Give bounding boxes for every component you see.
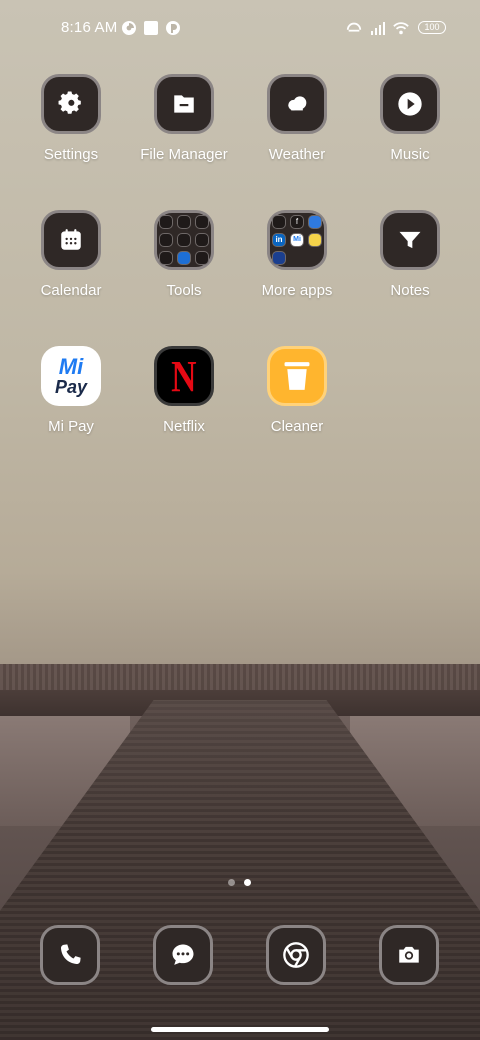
- app-label: Mi Pay: [48, 418, 94, 435]
- status-time: 8:16 AM: [61, 19, 118, 36]
- netflix-logo: N: [171, 351, 197, 401]
- app-label: Music: [390, 146, 430, 163]
- app-cleaner[interactable]: Cleaner: [242, 346, 352, 435]
- folder-tools[interactable]: Tools: [129, 210, 239, 299]
- folder-more-apps[interactable]: f in Mi More apps: [242, 210, 352, 299]
- mi-pay-icon: Mi: [290, 233, 304, 247]
- folder-app-icon: [177, 215, 191, 229]
- notes-icon[interactable]: [380, 210, 440, 270]
- app-label: Settings: [43, 146, 99, 163]
- wallpaper-pier-planks: [0, 664, 480, 690]
- linkedin-icon: in: [272, 233, 286, 247]
- folder-apps-icon[interactable]: f in Mi: [267, 210, 327, 270]
- app-label: More apps: [261, 282, 333, 299]
- folder-app-icon: [272, 215, 286, 229]
- play-icon[interactable]: [380, 74, 440, 134]
- battery-icon: 100: [418, 21, 446, 34]
- app-weather[interactable]: Weather: [242, 74, 352, 163]
- mi-pay-logo-bottom: Pay: [54, 377, 88, 397]
- home-indicator[interactable]: [151, 1027, 329, 1032]
- app-file-manager[interactable]: File Manager: [129, 74, 239, 163]
- calendar-icon[interactable]: [41, 210, 101, 270]
- folder-icon[interactable]: [154, 74, 214, 134]
- cloud-icon[interactable]: [267, 74, 327, 134]
- stop-square-icon: [144, 21, 158, 35]
- folder-app-icon: [195, 215, 209, 229]
- app-netflix[interactable]: N Netflix: [129, 346, 239, 435]
- folder-app-icon: [177, 251, 191, 265]
- data-saver-icon: [166, 21, 180, 35]
- netflix-icon[interactable]: N: [154, 346, 214, 406]
- home-screen: 8:16 AM 100 Settings File Manager Weathe…: [0, 0, 480, 1040]
- hotspot-icon: [346, 22, 362, 32]
- camera-icon[interactable]: [379, 925, 439, 985]
- app-label: Cleaner: [270, 418, 324, 435]
- folder-app-icon: [159, 215, 173, 229]
- folder-preview-grid: [159, 215, 209, 265]
- folder-app-icon: [308, 215, 322, 229]
- wifi-icon: [393, 22, 409, 35]
- app-notes[interactable]: Notes: [355, 210, 465, 299]
- folder-app-icon: [272, 251, 286, 265]
- gear-icon[interactable]: [41, 74, 101, 134]
- app-label: Tools: [166, 282, 202, 299]
- mi-pay-logo-top: Mi: [58, 354, 84, 379]
- data-saver-icon: [122, 21, 136, 35]
- facebook-icon: f: [290, 215, 304, 229]
- status-bar: 8:16 AM 100: [0, 14, 480, 42]
- app-label: File Manager: [140, 146, 228, 163]
- signal-icon: [371, 22, 385, 35]
- page-dot-1[interactable]: [228, 879, 235, 886]
- folder-app-icon: [159, 233, 173, 247]
- app-music[interactable]: Music: [355, 74, 465, 163]
- folder-preview-grid: f in Mi: [272, 215, 322, 265]
- app-label: Calendar: [40, 282, 102, 299]
- mi-pay-icon[interactable]: Mi Pay: [41, 346, 101, 406]
- folder-tools-icon[interactable]: [154, 210, 214, 270]
- app-mi-pay[interactable]: Mi Pay Mi Pay: [16, 346, 126, 435]
- folder-app-icon: [195, 251, 209, 265]
- folder-app-icon: [195, 233, 209, 247]
- page-dot-2-active[interactable]: [244, 879, 251, 886]
- folder-app-icon: [159, 251, 173, 265]
- folder-app-icon: [308, 233, 322, 247]
- messages-icon[interactable]: [153, 925, 213, 985]
- phone-icon[interactable]: [40, 925, 100, 985]
- app-label: Notes: [390, 282, 430, 299]
- chrome-icon[interactable]: [266, 925, 326, 985]
- trash-icon[interactable]: [267, 346, 327, 406]
- app-settings[interactable]: Settings: [16, 74, 126, 163]
- app-label: Netflix: [163, 418, 205, 435]
- app-calendar[interactable]: Calendar: [16, 210, 126, 299]
- app-label: Weather: [268, 146, 326, 163]
- folder-app-icon: [177, 233, 191, 247]
